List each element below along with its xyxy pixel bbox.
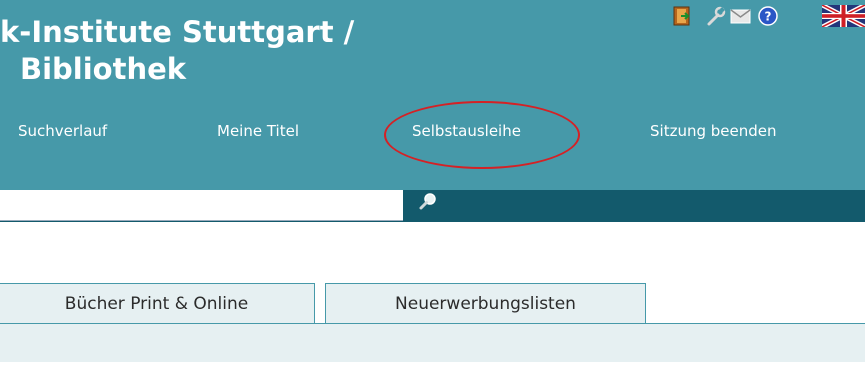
nav-search-history[interactable]: Suchverlauf	[18, 121, 107, 141]
nav-my-titles[interactable]: Meine Titel	[217, 121, 299, 141]
tab-content-panel	[0, 324, 865, 362]
wrench-settings-icon[interactable]	[705, 5, 727, 31]
site-title-line-1: k-Institute Stuttgart /	[0, 15, 355, 49]
svg-text:?: ?	[765, 10, 772, 24]
site-title-line-2: Bibliothek	[20, 52, 187, 86]
help-question-icon[interactable]: ?	[757, 5, 779, 31]
search-input[interactable]	[0, 190, 403, 221]
header-banner: k-Institute Stuttgart / Bibliothek ? Suc…	[0, 0, 865, 190]
uk-flag-icon[interactable]	[820, 2, 865, 31]
nav-self-checkout[interactable]: Selbstausleihe	[412, 121, 521, 141]
header-icon-toolbar: ?	[672, 2, 865, 31]
logout-door-icon[interactable]	[672, 5, 694, 31]
tab-books-print-online[interactable]: Bücher Print & Online	[0, 283, 315, 324]
magnifier-icon[interactable]	[414, 191, 440, 217]
site-title: k-Institute Stuttgart / Bibliothek	[0, 14, 354, 88]
nav-end-session[interactable]: Sitzung beenden	[650, 121, 777, 141]
tab-new-acquisitions[interactable]: Neuerwerbungslisten	[325, 283, 646, 324]
envelope-mail-icon[interactable]	[729, 5, 753, 31]
